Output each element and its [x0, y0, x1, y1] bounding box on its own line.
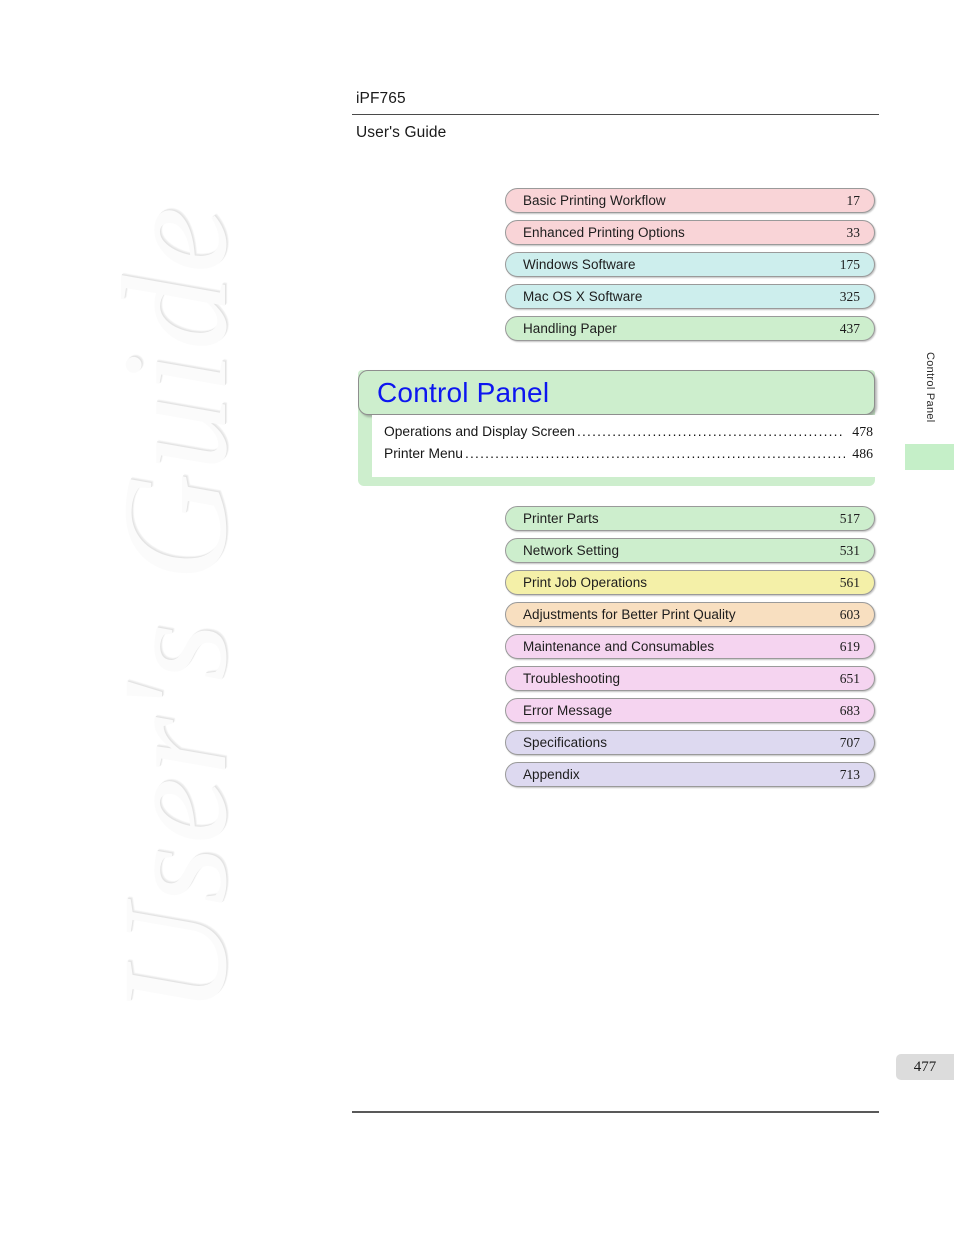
chapter-title: Handling Paper — [523, 321, 617, 336]
chapter-page-number: 175 — [839, 256, 860, 272]
chapter-entry-label: Printer Menu — [384, 446, 463, 461]
page-header: iPF765 User's Guide — [352, 90, 879, 142]
chapter-page-number: 707 — [839, 734, 860, 750]
chapter-page-number: 713 — [839, 766, 860, 782]
chapter-page-number: 325 — [839, 288, 860, 304]
current-chapter-title-bar[interactable]: Control Panel — [358, 370, 875, 415]
chapter-title: Adjustments for Better Print Quality — [523, 607, 736, 622]
chapter-entry-page-number: 478 — [852, 424, 873, 439]
chapter-page-number: 437 — [839, 320, 860, 336]
document-title: User's Guide — [356, 124, 447, 141]
chapter-bar[interactable]: Enhanced Printing Options 33 — [505, 220, 875, 245]
footer-divider — [352, 1111, 879, 1113]
current-chapter-entries: Operations and Display Screen...........… — [372, 415, 875, 477]
chapter-entry-label: Operations and Display Screen — [384, 424, 575, 439]
page-number-badge: 477 — [896, 1054, 954, 1080]
chapter-title: Enhanced Printing Options — [523, 225, 685, 240]
chapter-bar[interactable]: Error Message 683 — [505, 698, 875, 723]
printer-model-title: iPF765 — [356, 90, 406, 107]
chapter-page-number: 651 — [839, 670, 860, 686]
chapter-entry-row[interactable]: Operations and Display Screen...........… — [372, 424, 875, 446]
chapter-page-number: 17 — [846, 192, 861, 208]
chapter-title: Mac OS X Software — [523, 289, 643, 304]
chapter-page-number: 517 — [839, 510, 860, 526]
chapter-bar[interactable]: Basic Printing Workflow 17 — [505, 188, 875, 213]
page-watermark: User's Guide — [92, 204, 258, 1015]
chapter-title: Print Job Operations — [523, 575, 648, 590]
chapter-bar[interactable]: Adjustments for Better Print Quality 603 — [505, 602, 875, 627]
chapter-page-number: 33 — [846, 224, 861, 240]
dot-leader: ........................................… — [576, 424, 845, 439]
chapter-bar[interactable]: Windows Software 175 — [505, 252, 875, 277]
chapter-page-number: 531 — [839, 542, 860, 558]
chapter-bar[interactable]: Handling Paper 437 — [505, 316, 875, 341]
chapter-title: Basic Printing Workflow — [523, 193, 666, 208]
chapter-title: Specifications — [523, 735, 607, 750]
chapter-title: Printer Parts — [523, 511, 599, 526]
chapter-bar[interactable]: Troubleshooting 651 — [505, 666, 875, 691]
chapter-bar[interactable]: Network Setting 531 — [505, 538, 875, 563]
chapter-page-number: 683 — [839, 702, 860, 718]
chapter-list-bottom: Printer Parts 517 Network Setting 531 Print … — [505, 506, 875, 794]
chapter-entry-row[interactable]: Printer Menu............................… — [372, 446, 875, 468]
side-tab-marker — [905, 444, 954, 470]
chapter-list-top: Basic Printing Workflow 17 Enhanced Printi… — [505, 188, 875, 348]
chapter-bar[interactable]: Specifications 707 — [505, 730, 875, 755]
chapter-title: Troubleshooting — [523, 671, 621, 686]
chapter-title: Network Setting — [523, 543, 620, 558]
current-chapter-block: Control Panel Operations and Display Scr… — [358, 370, 875, 486]
chapter-bar[interactable]: Maintenance and Consumables 619 — [505, 634, 875, 659]
chapter-bar[interactable]: Mac OS X Software 325 — [505, 284, 875, 309]
chapter-page-number: 603 — [839, 606, 860, 622]
chapter-page-number: 561 — [839, 574, 860, 590]
current-chapter-panel-foot — [358, 477, 875, 486]
chapter-bar[interactable]: Printer Parts 517 — [505, 506, 875, 531]
chapter-title: Maintenance and Consumables — [523, 639, 715, 654]
chapter-title: Appendix — [523, 767, 580, 782]
chapter-entry-page-number: 486 — [852, 446, 873, 461]
chapter-title: Error Message — [523, 703, 613, 718]
current-chapter-panel: Control Panel Operations and Display Scr… — [358, 370, 875, 486]
dot-leader: ........................................… — [464, 446, 845, 461]
chapter-bar[interactable]: Appendix 713 — [505, 762, 875, 787]
document-page: User's Guide iPF765 User's Guide Basic P… — [0, 0, 954, 1235]
current-chapter-title: Control Panel — [377, 376, 550, 408]
chapter-bar[interactable]: Print Job Operations 561 — [505, 570, 875, 595]
chapter-title: Windows Software — [523, 257, 636, 272]
chapter-page-number: 619 — [839, 638, 860, 654]
